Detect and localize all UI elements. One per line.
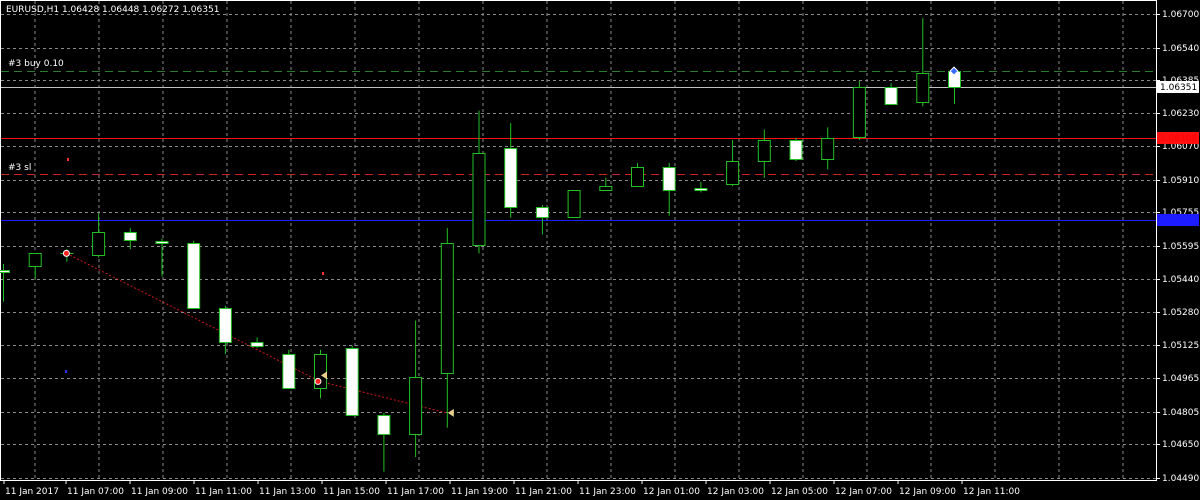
candle[interactable]	[789, 137, 803, 161]
trade-history-lines	[66, 252, 447, 414]
candle-body	[0, 270, 10, 273]
price-axis: 1.067001.065401.063851.062301.060701.059…	[1156, 10, 1199, 484]
time-axis-label: 12 Jan 07:00	[835, 487, 892, 497]
candle-body	[662, 167, 676, 191]
time-axis-label: 11 Jan 15:00	[323, 487, 380, 497]
candle-body	[377, 415, 391, 435]
price-axis-label: 1.06700	[1162, 10, 1199, 20]
candle[interactable]	[631, 163, 644, 187]
candle[interactable]	[599, 177, 613, 191]
candle-body	[155, 241, 169, 244]
candle-body	[726, 161, 740, 185]
candle-body	[345, 348, 359, 416]
price-axis-label: 1.06230	[1162, 109, 1199, 119]
candle-body	[123, 232, 137, 241]
time-axis-label: 11 Jan 11:00	[195, 487, 252, 497]
candle[interactable]	[28, 253, 42, 279]
candle[interactable]	[852, 81, 866, 140]
candle-body	[599, 186, 613, 191]
candle[interactable]	[504, 123, 518, 218]
candle[interactable]	[377, 412, 391, 472]
candle[interactable]	[282, 349, 296, 389]
price-axis-label: 1.06540	[1162, 44, 1199, 54]
price-axis-label: 1.05595	[1162, 242, 1199, 252]
time-axis-label: 12 Jan 11:00	[963, 487, 1020, 497]
candle-body	[694, 188, 708, 191]
price-chart[interactable]: 1.067001.065401.063851.062301.060701.059…	[0, 0, 1200, 500]
price-axis-label: 1.04805	[1162, 408, 1199, 418]
price-axis-label: 1.04650	[1162, 440, 1199, 450]
price-axis-label: 1.05440	[1162, 275, 1199, 285]
candle[interactable]	[472, 110, 486, 254]
trade-markers	[62, 66, 959, 417]
time-axis-label: 11 Jan 19:00	[451, 487, 508, 497]
candle-body	[282, 354, 296, 389]
candle-body	[250, 342, 264, 347]
candle[interactable]	[250, 337, 264, 348]
candle[interactable]	[155, 238, 169, 277]
candle[interactable]	[567, 190, 581, 218]
candle[interactable]	[694, 181, 708, 193]
candle[interactable]	[0, 263, 10, 302]
candle[interactable]	[440, 228, 454, 428]
blue-level-badge: 1.05720	[1160, 216, 1197, 226]
candle[interactable]	[218, 305, 232, 355]
buy-order-label: #3 buy 0.10	[8, 59, 64, 69]
candle[interactable]	[757, 129, 771, 178]
candle-body	[504, 148, 518, 208]
candle[interactable]	[916, 18, 930, 107]
candle-body	[757, 140, 771, 162]
candle[interactable]	[821, 127, 835, 170]
candle-body	[789, 140, 803, 160]
time-axis: 11 Jan 2017 11 Jan 07:00 11 Jan 09:00 11 Ja…	[3, 480, 1020, 497]
candle[interactable]	[409, 320, 423, 458]
candle[interactable]	[345, 345, 359, 416]
candle-body	[472, 153, 486, 246]
candle-body	[884, 87, 898, 105]
candlesticks[interactable]	[0, 18, 961, 472]
price-axis-label: 1.04490	[1162, 474, 1199, 484]
red-level-badge: 1.06108	[1160, 134, 1197, 144]
time-axis-label: 11 Jan 21:00	[515, 487, 572, 497]
candle-body	[535, 207, 549, 218]
candle-body	[631, 167, 644, 187]
candle-body	[821, 138, 835, 160]
candle-body	[218, 308, 232, 343]
candle-body	[440, 243, 454, 374]
chart-window[interactable]: 1.067001.065401.063851.062301.060701.059…	[0, 0, 1200, 500]
time-axis-label: 11 Jan 2017	[5, 487, 59, 497]
candle-body	[28, 253, 42, 267]
time-axis-label: 11 Jan 23:00	[579, 487, 636, 497]
symbol-info: EURUSD,H1 1.06428 1.06448 1.06272 1.0635…	[6, 5, 219, 15]
price-axis-label: 1.05910	[1162, 176, 1199, 186]
time-axis-label: 12 Jan 03:00	[707, 487, 764, 497]
candle[interactable]	[187, 240, 201, 309]
price-axis-label: 1.04965	[1162, 374, 1199, 384]
price-axis-label: 1.05125	[1162, 341, 1199, 351]
time-axis-label: 12 Jan 09:00	[899, 487, 956, 497]
time-axis-label: 12 Jan 01:00	[643, 487, 700, 497]
candle-body	[409, 377, 423, 435]
grid	[1, 1, 1156, 480]
candle-body	[187, 243, 201, 309]
trade-mid-marker	[314, 377, 322, 385]
time-axis-label: 11 Jan 13:00	[259, 487, 316, 497]
time-axis-label: 12 Jan 05:00	[771, 487, 828, 497]
candle[interactable]	[662, 163, 676, 216]
candle-body	[852, 87, 866, 138]
trade-close-arrow	[447, 408, 454, 417]
stop-loss-label: #3 sl	[8, 163, 31, 173]
candle-body	[567, 190, 581, 218]
trade-line	[319, 380, 447, 414]
candle-body	[92, 232, 106, 256]
candle[interactable]	[884, 83, 898, 105]
time-axis-label: 11 Jan 09:00	[131, 487, 188, 497]
price-axis-label: 1.05280	[1162, 308, 1199, 318]
time-axis-label: 11 Jan 07:00	[67, 487, 124, 497]
candle-body	[916, 73, 930, 103]
trade-open-marker	[62, 249, 70, 257]
time-axis-label: 11 Jan 17:00	[387, 487, 444, 497]
plot-frame	[0, 0, 1157, 481]
current-price-badge: 1.06351	[1160, 83, 1197, 93]
